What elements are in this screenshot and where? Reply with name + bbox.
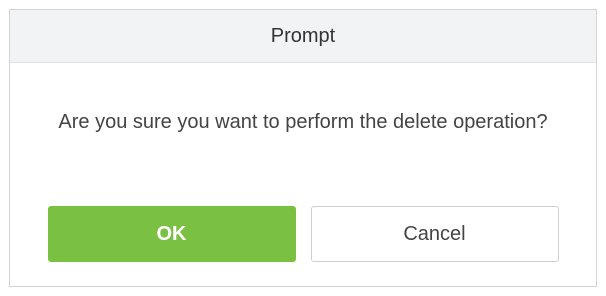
dialog-header: Prompt (10, 10, 596, 63)
dialog-body: Are you sure you want to perform the del… (10, 63, 596, 138)
prompt-dialog: Prompt Are you sure you want to perform … (9, 9, 597, 287)
dialog-title: Prompt (270, 24, 336, 47)
ok-button[interactable]: OK (47, 206, 296, 262)
dialog-message: Are you sure you want to perform the del… (58, 111, 548, 133)
dialog-footer: OK Cancel (10, 206, 596, 262)
cancel-button[interactable]: Cancel (310, 206, 559, 262)
